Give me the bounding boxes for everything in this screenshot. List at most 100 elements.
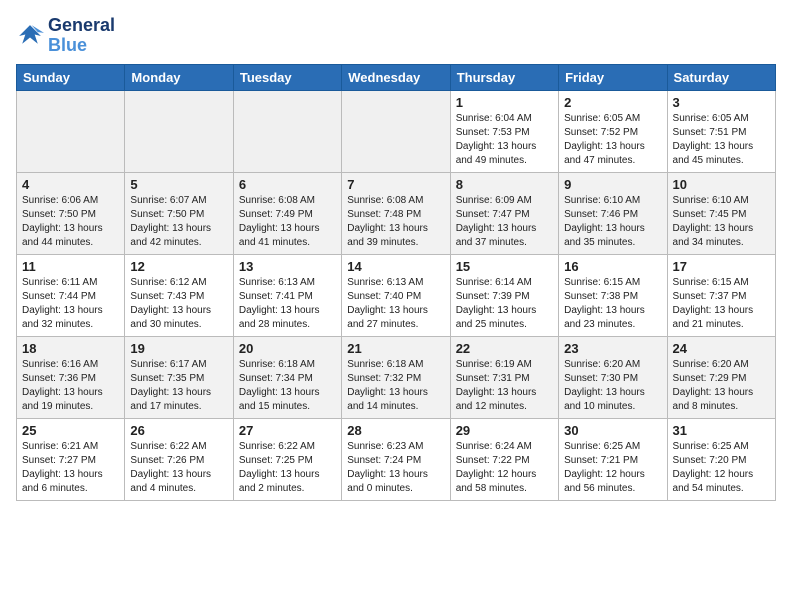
cell-daylight-info: Sunrise: 6:19 AM Sunset: 7:31 PM Dayligh… <box>456 358 553 414</box>
calendar-cell: 26 Sunrise: 6:22 AM Sunset: 7:26 PM Dayli… <box>125 418 233 500</box>
weekday-header-wednesday: Wednesday <box>342 64 450 90</box>
day-number: 14 <box>347 259 444 274</box>
cell-daylight-info: Sunrise: 6:16 AM Sunset: 7:36 PM Dayligh… <box>22 358 119 414</box>
day-number: 20 <box>239 341 336 356</box>
day-number: 6 <box>239 177 336 192</box>
calendar-cell: 11 Sunrise: 6:11 AM Sunset: 7:44 PM Dayli… <box>17 254 125 336</box>
calendar-cell: 24 Sunrise: 6:20 AM Sunset: 7:29 PM Dayli… <box>667 336 775 418</box>
cell-daylight-info: Sunrise: 6:22 AM Sunset: 7:25 PM Dayligh… <box>239 440 336 496</box>
calendar-cell <box>125 90 233 172</box>
logo-text: General Blue <box>48 16 115 56</box>
calendar-table: SundayMondayTuesdayWednesdayThursdayFrid… <box>16 64 776 501</box>
cell-daylight-info: Sunrise: 6:05 AM Sunset: 7:52 PM Dayligh… <box>564 112 661 168</box>
cell-daylight-info: Sunrise: 6:07 AM Sunset: 7:50 PM Dayligh… <box>130 194 227 250</box>
calendar-cell: 25 Sunrise: 6:21 AM Sunset: 7:27 PM Dayli… <box>17 418 125 500</box>
day-number: 27 <box>239 423 336 438</box>
day-number: 1 <box>456 95 553 110</box>
day-number: 28 <box>347 423 444 438</box>
day-number: 30 <box>564 423 661 438</box>
calendar-cell: 5 Sunrise: 6:07 AM Sunset: 7:50 PM Daylig… <box>125 172 233 254</box>
day-number: 11 <box>22 259 119 274</box>
day-number: 26 <box>130 423 227 438</box>
calendar-cell: 20Sunrise: 6:18 AM Sunset: 7:34 PM Dayli… <box>233 336 341 418</box>
cell-daylight-info: Sunrise: 6:15 AM Sunset: 7:37 PM Dayligh… <box>673 276 770 332</box>
weekday-header-sunday: Sunday <box>17 64 125 90</box>
cell-daylight-info: Sunrise: 6:10 AM Sunset: 7:45 PM Dayligh… <box>673 194 770 250</box>
cell-daylight-info: Sunrise: 6:23 AM Sunset: 7:24 PM Dayligh… <box>347 440 444 496</box>
day-number: 29 <box>456 423 553 438</box>
cell-daylight-info: Sunrise: 6:10 AM Sunset: 7:46 PM Dayligh… <box>564 194 661 250</box>
calendar-cell: 31 Sunrise: 6:25 AM Sunset: 7:20 PM Dayli… <box>667 418 775 500</box>
cell-daylight-info: Sunrise: 6:13 AM Sunset: 7:41 PM Dayligh… <box>239 276 336 332</box>
cell-daylight-info: Sunrise: 6:25 AM Sunset: 7:21 PM Dayligh… <box>564 440 661 496</box>
calendar-cell: 23 Sunrise: 6:20 AM Sunset: 7:30 PM Dayli… <box>559 336 667 418</box>
cell-daylight-info: Sunrise: 6:20 AM Sunset: 7:29 PM Dayligh… <box>673 358 770 414</box>
cell-daylight-info: Sunrise: 6:24 AM Sunset: 7:22 PM Dayligh… <box>456 440 553 496</box>
day-number: 15 <box>456 259 553 274</box>
weekday-header-monday: Monday <box>125 64 233 90</box>
cell-daylight-info: Sunrise: 6:09 AM Sunset: 7:47 PM Dayligh… <box>456 194 553 250</box>
calendar-week-row: 11 Sunrise: 6:11 AM Sunset: 7:44 PM Dayli… <box>17 254 776 336</box>
day-number: 2 <box>564 95 661 110</box>
cell-daylight-info: Sunrise: 6:14 AM Sunset: 7:39 PM Dayligh… <box>456 276 553 332</box>
logo-icon <box>16 22 44 50</box>
day-number: 7 <box>347 177 444 192</box>
day-number: 17 <box>673 259 770 274</box>
day-number: 12 <box>130 259 227 274</box>
cell-daylight-info: Sunrise: 6:08 AM Sunset: 7:48 PM Dayligh… <box>347 194 444 250</box>
day-number: 3 <box>673 95 770 110</box>
calendar-cell: 6 Sunrise: 6:08 AM Sunset: 7:49 PM Daylig… <box>233 172 341 254</box>
weekday-header-thursday: Thursday <box>450 64 558 90</box>
calendar-cell: 18 Sunrise: 6:16 AM Sunset: 7:36 PM Dayli… <box>17 336 125 418</box>
cell-daylight-info: Sunrise: 6:20 AM Sunset: 7:30 PM Dayligh… <box>564 358 661 414</box>
cell-daylight-info: Sunrise: 6:18 AM Sunset: 7:32 PM Dayligh… <box>347 358 444 414</box>
day-number: 19 <box>130 341 227 356</box>
calendar-week-row: 4 Sunrise: 6:06 AM Sunset: 7:50 PM Daylig… <box>17 172 776 254</box>
calendar-cell: 1Sunrise: 6:04 AM Sunset: 7:53 PM Daylig… <box>450 90 558 172</box>
cell-daylight-info: Sunrise: 6:11 AM Sunset: 7:44 PM Dayligh… <box>22 276 119 332</box>
day-number: 24 <box>673 341 770 356</box>
cell-daylight-info: Sunrise: 6:13 AM Sunset: 7:40 PM Dayligh… <box>347 276 444 332</box>
calendar-week-row: 18 Sunrise: 6:16 AM Sunset: 7:36 PM Dayli… <box>17 336 776 418</box>
calendar-cell: 28 Sunrise: 6:23 AM Sunset: 7:24 PM Dayli… <box>342 418 450 500</box>
calendar-cell: 15 Sunrise: 6:14 AM Sunset: 7:39 PM Dayli… <box>450 254 558 336</box>
calendar-cell: 12 Sunrise: 6:12 AM Sunset: 7:43 PM Dayli… <box>125 254 233 336</box>
cell-daylight-info: Sunrise: 6:08 AM Sunset: 7:49 PM Dayligh… <box>239 194 336 250</box>
calendar-cell: 10Sunrise: 6:10 AM Sunset: 7:45 PM Dayli… <box>667 172 775 254</box>
day-number: 5 <box>130 177 227 192</box>
calendar-cell: 22Sunrise: 6:19 AM Sunset: 7:31 PM Dayli… <box>450 336 558 418</box>
cell-daylight-info: Sunrise: 6:25 AM Sunset: 7:20 PM Dayligh… <box>673 440 770 496</box>
calendar-cell: 21Sunrise: 6:18 AM Sunset: 7:32 PM Dayli… <box>342 336 450 418</box>
cell-daylight-info: Sunrise: 6:06 AM Sunset: 7:50 PM Dayligh… <box>22 194 119 250</box>
cell-daylight-info: Sunrise: 6:21 AM Sunset: 7:27 PM Dayligh… <box>22 440 119 496</box>
calendar-cell <box>342 90 450 172</box>
day-number: 9 <box>564 177 661 192</box>
cell-daylight-info: Sunrise: 6:12 AM Sunset: 7:43 PM Dayligh… <box>130 276 227 332</box>
cell-daylight-info: Sunrise: 6:15 AM Sunset: 7:38 PM Dayligh… <box>564 276 661 332</box>
logo: General Blue <box>16 16 115 56</box>
calendar-cell: 8 Sunrise: 6:09 AM Sunset: 7:47 PM Daylig… <box>450 172 558 254</box>
cell-daylight-info: Sunrise: 6:17 AM Sunset: 7:35 PM Dayligh… <box>130 358 227 414</box>
weekday-header-row: SundayMondayTuesdayWednesdayThursdayFrid… <box>17 64 776 90</box>
calendar-cell <box>17 90 125 172</box>
weekday-header-tuesday: Tuesday <box>233 64 341 90</box>
calendar-cell <box>233 90 341 172</box>
day-number: 25 <box>22 423 119 438</box>
day-number: 16 <box>564 259 661 274</box>
day-number: 13 <box>239 259 336 274</box>
page-header: General Blue <box>16 16 776 56</box>
calendar-cell: 13 Sunrise: 6:13 AM Sunset: 7:41 PM Dayli… <box>233 254 341 336</box>
calendar-week-row: 1Sunrise: 6:04 AM Sunset: 7:53 PM Daylig… <box>17 90 776 172</box>
day-number: 31 <box>673 423 770 438</box>
calendar-cell: 9 Sunrise: 6:10 AM Sunset: 7:46 PM Daylig… <box>559 172 667 254</box>
calendar-cell: 3 Sunrise: 6:05 AM Sunset: 7:51 PM Daylig… <box>667 90 775 172</box>
cell-daylight-info: Sunrise: 6:22 AM Sunset: 7:26 PM Dayligh… <box>130 440 227 496</box>
cell-daylight-info: Sunrise: 6:05 AM Sunset: 7:51 PM Dayligh… <box>673 112 770 168</box>
calendar-cell: 14 Sunrise: 6:13 AM Sunset: 7:40 PM Dayli… <box>342 254 450 336</box>
day-number: 4 <box>22 177 119 192</box>
day-number: 23 <box>564 341 661 356</box>
calendar-cell: 2 Sunrise: 6:05 AM Sunset: 7:52 PM Daylig… <box>559 90 667 172</box>
day-number: 18 <box>22 341 119 356</box>
calendar-cell: 7 Sunrise: 6:08 AM Sunset: 7:48 PM Daylig… <box>342 172 450 254</box>
day-number: 8 <box>456 177 553 192</box>
